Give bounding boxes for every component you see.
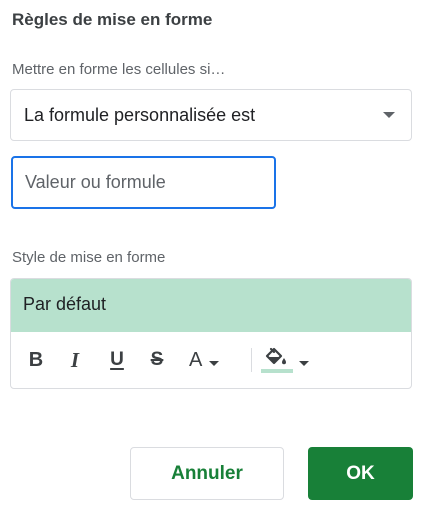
fill-color-icon [261, 346, 293, 374]
chevron-down-icon [299, 360, 309, 366]
strikethrough-button[interactable]: S [146, 346, 168, 374]
section-title: Règles de mise en forme [12, 10, 213, 29]
chevron-down-icon [209, 360, 220, 366]
value-or-formula-input[interactable] [11, 156, 276, 209]
underline-icon: U [110, 349, 124, 370]
strikethrough-icon: S [150, 349, 164, 370]
ok-button[interactable]: OK [308, 447, 413, 500]
style-label: Style de mise en forme [12, 249, 166, 266]
underline-button[interactable]: U [106, 346, 128, 374]
condition-dropdown-value: La formule personnalisée est [24, 105, 256, 125]
cancel-button[interactable]: Annuler [130, 447, 284, 500]
bold-button[interactable]: B [25, 346, 47, 374]
condition-label: Mettre en forme les cellules si… [12, 61, 226, 78]
style-preview-text: Par défaut [23, 294, 107, 314]
condition-dropdown[interactable]: La formule personnalisée est [10, 89, 412, 141]
text-color-button[interactable]: A [185, 346, 233, 374]
formatting-style-box: Par défaut B I U S A [10, 278, 412, 389]
text-color-icon: A [189, 348, 203, 371]
fill-color-swatch [261, 369, 293, 373]
italic-icon: I [70, 347, 80, 372]
italic-button[interactable]: I [64, 346, 86, 374]
style-preview[interactable]: Par défaut [11, 279, 411, 332]
dropdown-arrow-icon [383, 112, 395, 118]
bold-icon: B [28, 348, 44, 371]
toolbar-divider [251, 348, 252, 372]
fill-color-button[interactable] [261, 346, 313, 374]
format-toolbar: B I U S A [11, 332, 411, 388]
